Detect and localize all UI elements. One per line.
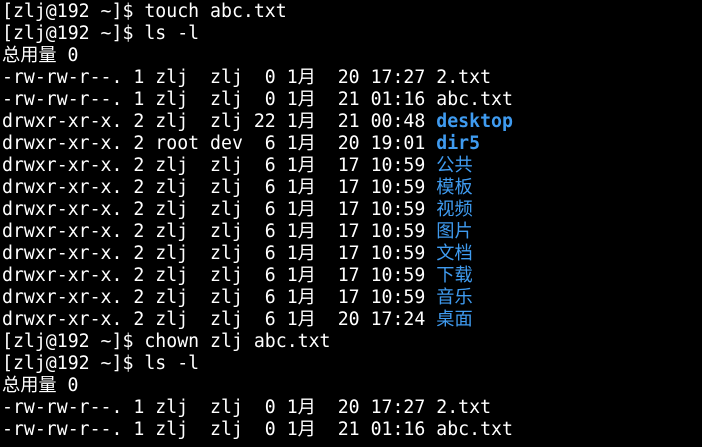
file-meta: drwxr-xr-x. 2 zlj zlj 6 1月 20 17:24 [2,309,437,330]
file-name: abc.txt [436,419,513,440]
listing-row: drwxr-xr-x. 2 root dev 6 1月 20 19:01 dir… [2,133,702,155]
command-text: touch abc.txt [144,1,287,22]
file-meta: drwxr-xr-x. 2 root dev 6 1月 20 19:01 [2,133,437,154]
file-meta: drwxr-xr-x. 2 zlj zlj 6 1月 17 10:59 [2,199,437,220]
directory-name: 公共 [436,155,473,176]
file-meta: drwxr-xr-x. 2 zlj zlj 6 1月 17 10:59 [2,287,437,308]
file-meta: -rw-rw-r--. 1 zlj zlj 0 1月 21 01:16 [2,89,437,110]
command-text: chown zlj abc.txt [144,331,331,352]
file-meta: drwxr-xr-x. 2 zlj zlj 6 1月 17 10:59 [2,155,437,176]
file-name: 2.txt [436,397,492,418]
prompt-line: [zlj@192 ~]$ ls -l [2,23,702,45]
directory-name: desktop [436,111,513,132]
command-text: ls -l [144,23,200,44]
file-meta: -rw-rw-r--. 1 zlj zlj 0 1月 20 17:27 [2,67,437,88]
directory-name: 视频 [436,199,473,220]
directory-name: 文档 [436,243,473,264]
file-meta: drwxr-xr-x. 2 zlj zlj 6 1月 17 10:59 [2,265,437,286]
directory-name: 下载 [436,265,473,286]
listing-row: drwxr-xr-x. 2 zlj zlj 6 1月 17 10:59 文档 [2,243,702,265]
file-meta: -rw-rw-r--. 1 zlj zlj 0 1月 20 17:27 [2,397,437,418]
listing-row: drwxr-xr-x. 2 zlj zlj 22 1月 21 00:48 des… [2,111,702,133]
command-text: ls -l [144,353,200,374]
directory-name: 音乐 [436,287,473,308]
file-meta: drwxr-xr-x. 2 zlj zlj 22 1月 21 00:48 [2,111,437,132]
file-meta: drwxr-xr-x. 2 zlj zlj 6 1月 17 10:59 [2,221,437,242]
directory-name: 模板 [436,177,473,198]
prompt-line: [zlj@192 ~]$ chown zlj abc.txt [2,331,702,353]
file-meta: drwxr-xr-x. 2 zlj zlj 6 1月 17 10:59 [2,177,437,198]
directory-name: 图片 [436,221,473,242]
output-total: 总用量 0 [2,375,79,396]
directory-name: 桌面 [436,309,473,330]
terminal-window[interactable]: [zlj@192 ~]$ touch abc.txt [zlj@192 ~]$ … [0,0,702,447]
listing-row: drwxr-xr-x. 2 zlj zlj 6 1月 17 10:59 模板 [2,177,702,199]
shell-prompt: [zlj@192 ~]$ [2,331,145,352]
listing-row: drwxr-xr-x. 2 zlj zlj 6 1月 17 10:59 图片 [2,221,702,243]
file-meta: drwxr-xr-x. 2 zlj zlj 6 1月 17 10:59 [2,243,437,264]
output-total: 总用量 0 [2,45,79,66]
file-meta: -rw-rw-r--. 1 zlj zlj 0 1月 21 01:16 [2,419,437,440]
listing-row: drwxr-xr-x. 2 zlj zlj 6 1月 17 10:59 视频 [2,199,702,221]
listing-row: -rw-rw-r--. 1 zlj zlj 0 1月 20 17:27 2.tx… [2,397,702,419]
listing-row: drwxr-xr-x. 2 zlj zlj 6 1月 17 10:59 音乐 [2,287,702,309]
listing-row: drwxr-xr-x. 2 zlj zlj 6 1月 17 10:59 公共 [2,155,702,177]
directory-name: dir5 [436,133,481,154]
shell-prompt: [zlj@192 ~]$ [2,23,145,44]
prompt-line: [zlj@192 ~]$ ls -l [2,353,702,375]
listing-row: -rw-rw-r--. 1 zlj zlj 0 1月 21 01:16 abc.… [2,419,702,441]
prompt-line: [zlj@192 ~]$ touch abc.txt [2,1,702,23]
shell-prompt: [zlj@192 ~]$ [2,353,145,374]
listing-row: -rw-rw-r--. 1 zlj zlj 0 1月 21 01:16 abc.… [2,89,702,111]
shell-prompt: [zlj@192 ~]$ [2,1,145,22]
listing-row: -rw-rw-r--. 1 zlj zlj 0 1月 20 17:27 2.tx… [2,67,702,89]
listing-row: drwxr-xr-x. 2 zlj zlj 6 1月 20 17:24 桌面 [2,309,702,331]
file-name: 2.txt [436,67,492,88]
file-name: abc.txt [436,89,513,110]
listing-row: drwxr-xr-x. 2 zlj zlj 6 1月 17 10:59 下载 [2,265,702,287]
